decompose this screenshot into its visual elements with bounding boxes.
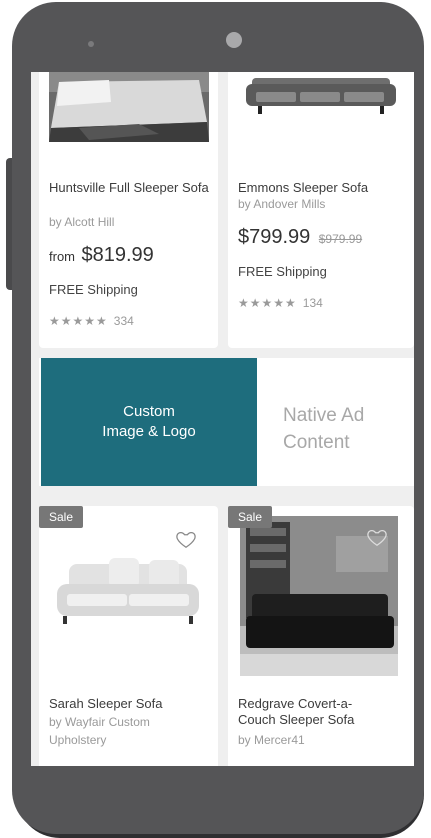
product-image-white-sofa[interactable] bbox=[53, 554, 203, 638]
star-icon: ★★★★★ bbox=[49, 314, 108, 328]
product-brand[interactable]: by Mercer41 bbox=[238, 732, 305, 748]
product-title[interactable]: Emmons Sleeper Sofa bbox=[238, 180, 408, 196]
native-ad[interactable]: Custom Image & Logo Native Ad Content bbox=[39, 358, 414, 486]
ad-native-content[interactable]: Native Ad Content bbox=[283, 402, 364, 456]
shipping-label: FREE Shipping bbox=[238, 264, 327, 279]
ad-custom-line2: Image & Logo bbox=[102, 423, 196, 440]
sale-badge: Sale bbox=[228, 506, 273, 528]
product-brand[interactable]: by Andover Mills bbox=[238, 196, 325, 212]
product-title[interactable]: Sarah Sleeper Sofa bbox=[49, 696, 162, 712]
product-card-sarah[interactable]: Sale Sarah Sleeper Sofa by Wayfair Custo… bbox=[39, 506, 218, 766]
original-price: $979.99 bbox=[318, 232, 363, 246]
product-card-redgrave[interactable]: Sale Redgrave Covert-a- Couch Sleeper So… bbox=[228, 506, 414, 766]
phone-screen: Huntsville Full Sleeper Sofa by Alcott H… bbox=[31, 72, 414, 766]
review-count: 334 bbox=[113, 314, 134, 328]
product-price: $799.99 bbox=[238, 226, 311, 248]
product-brand[interactable]: by Wayfair Custom Upholstery bbox=[49, 714, 150, 748]
product-brand[interactable]: by Alcott Hill bbox=[49, 214, 114, 230]
phone-camera bbox=[226, 32, 242, 48]
title-line1: Redgrave Covert-a- bbox=[238, 696, 353, 711]
ad-native-line2: Content bbox=[283, 432, 350, 453]
star-icon: ★★★★★ bbox=[238, 296, 297, 310]
ad-custom-image[interactable]: Custom Image & Logo bbox=[41, 358, 257, 486]
title-line2: Couch Sleeper Sofa bbox=[238, 712, 355, 727]
review-count: 134 bbox=[302, 296, 323, 310]
product-card-huntsville[interactable]: Huntsville Full Sleeper Sofa by Alcott H… bbox=[39, 72, 218, 348]
rating[interactable]: ★★★★★ 334 bbox=[49, 314, 134, 328]
brand-line1: by Wayfair Custom bbox=[49, 715, 150, 729]
price-prefix: from bbox=[49, 249, 75, 264]
product-price-row: from $819.99 bbox=[49, 244, 154, 267]
shipping-label: FREE Shipping bbox=[49, 282, 138, 297]
product-title[interactable]: Huntsville Full Sleeper Sofa bbox=[49, 180, 209, 196]
product-card-emmons[interactable]: Emmons Sleeper Sofa by Andover Mills $79… bbox=[228, 72, 414, 348]
heart-outline-icon[interactable] bbox=[175, 528, 197, 550]
product-image-sofa[interactable] bbox=[238, 72, 404, 132]
ad-native-line1: Native Ad bbox=[283, 405, 365, 426]
rating[interactable]: ★★★★★ 134 bbox=[238, 296, 323, 310]
product-image-bed[interactable] bbox=[49, 72, 209, 142]
heart-outline-icon[interactable] bbox=[366, 526, 388, 548]
product-price: $819.99 bbox=[81, 244, 154, 266]
ad-custom-line1: Custom bbox=[123, 403, 175, 420]
phone-sensor bbox=[88, 41, 94, 47]
brand-line2: Upholstery bbox=[49, 733, 107, 747]
product-title[interactable]: Redgrave Covert-a- Couch Sleeper Sofa bbox=[238, 696, 354, 728]
product-price-row: $799.99 $979.99 bbox=[238, 226, 362, 249]
sale-badge: Sale bbox=[39, 506, 84, 528]
